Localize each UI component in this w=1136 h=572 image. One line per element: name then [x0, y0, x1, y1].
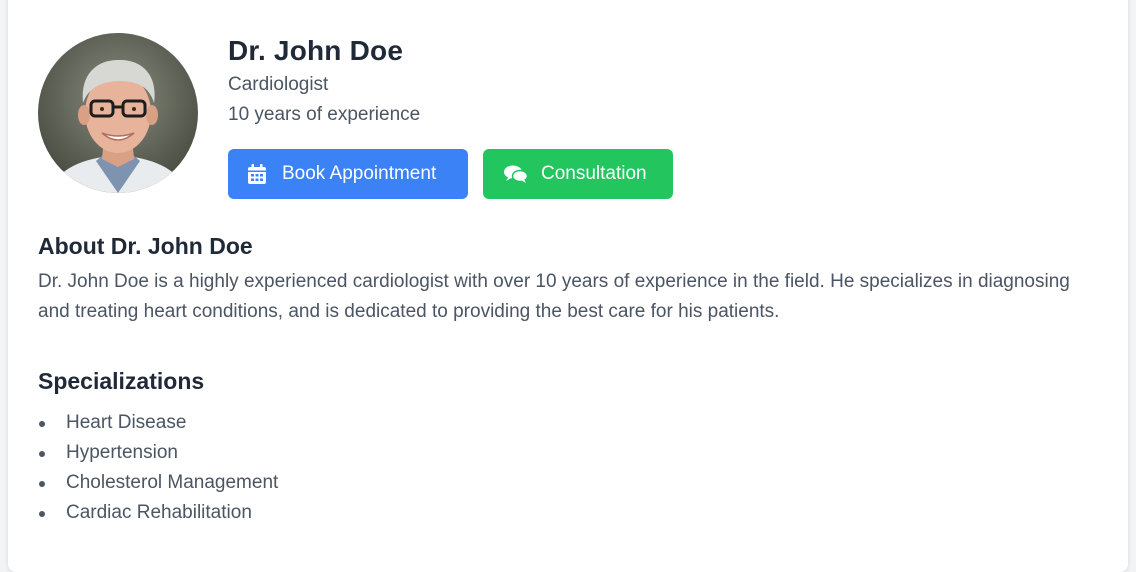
chat-bubbles-icon — [503, 163, 529, 185]
profile-header: Dr. John Doe Cardiologist 10 years of ex… — [38, 33, 673, 199]
doctor-profile-card: Dr. John Doe Cardiologist 10 years of ex… — [8, 0, 1128, 572]
doctor-portrait-image — [38, 33, 198, 193]
specialization-item: Cardiac Rehabilitation — [38, 498, 1098, 528]
specialization-item: Cholesterol Management — [38, 468, 1098, 498]
calendar-icon — [246, 163, 268, 185]
doctor-specialty: Cardiologist — [228, 74, 329, 95]
consultation-button[interactable]: Consultation — [483, 149, 673, 199]
book-appointment-button[interactable]: Book Appointment — [228, 149, 468, 199]
specializations-section: Specializations Heart Disease Hypertensi… — [38, 366, 1098, 528]
about-title: About Dr. John Doe — [38, 233, 253, 259]
about-text: Dr. John Doe is a highly experienced car… — [38, 271, 1070, 322]
profile-actions: Book Appointment Consultation — [228, 149, 673, 199]
book-appointment-label: Book Appointment — [282, 163, 437, 184]
specializations-list: Heart Disease Hypertension Cholesterol M… — [38, 408, 1098, 528]
specialization-item: Heart Disease — [38, 408, 1098, 438]
specialization-item: Hypertension — [38, 438, 1098, 468]
consultation-label: Consultation — [541, 163, 647, 184]
profile-info: Dr. John Doe Cardiologist 10 years of ex… — [228, 33, 673, 199]
doctor-experience: 10 years of experience — [228, 104, 421, 125]
specializations-title: Specializations — [38, 368, 205, 394]
about-section: About Dr. John Doe Dr. John Doe is a hig… — [38, 231, 1098, 327]
doctor-avatar — [38, 33, 198, 193]
doctor-name: Dr. John Doe — [228, 35, 404, 66]
